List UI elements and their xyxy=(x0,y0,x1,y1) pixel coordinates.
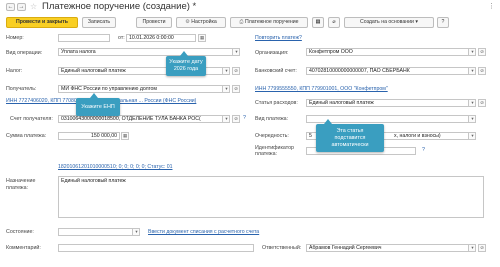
help-icon[interactable]: ? xyxy=(422,147,425,154)
auto-fill-hint-text: Эта статья подставится автоматически xyxy=(331,128,369,148)
date-hint-callout: Укажите дату 2026 года xyxy=(166,51,206,76)
repeat-payment-link[interactable]: Повторить платеж? xyxy=(255,35,302,42)
more-icon[interactable]: ⋮ xyxy=(488,2,495,10)
priority-tail: х, налоги и взносы) xyxy=(394,133,441,139)
recipient-value: МИ ФНС России по управлению долгом xyxy=(61,86,157,92)
print-label: Платежное поручение xyxy=(245,19,299,25)
date-from-label: от: xyxy=(118,35,125,41)
date-field[interactable]: 10.01.2026 0:00:00 xyxy=(126,34,196,42)
payment-type-label: Вид платежа: xyxy=(255,116,289,122)
state-label: Состояние: xyxy=(6,229,34,235)
create-based-on-button[interactable]: Создать на основании ▾ xyxy=(344,17,434,28)
bank-account-label: Банковский счет: xyxy=(255,68,297,74)
open-link-icon[interactable]: ⊘ xyxy=(478,67,486,75)
attach-icon[interactable]: ⌀ xyxy=(328,17,340,28)
hint-pointer xyxy=(324,119,332,124)
payment-purpose-textarea[interactable]: Единый налоговый платеж xyxy=(58,176,484,218)
comment-field[interactable] xyxy=(58,244,254,252)
settings-button[interactable]: ⚙ Настройка xyxy=(176,17,226,28)
tax-value: Единый налоговый платеж xyxy=(61,68,126,74)
operation-type-select[interactable]: Уплата налога ▾ xyxy=(58,48,240,56)
responsible-label: Ответственный: xyxy=(262,245,302,251)
recipient-account-label: Счет получателя: xyxy=(10,116,53,122)
payment-sum-field[interactable]: 150 000,00 xyxy=(58,132,120,140)
chevron-down-icon[interactable]: ▾ xyxy=(222,68,229,74)
help-icon[interactable]: ? xyxy=(243,115,246,122)
tax-label: Налог: xyxy=(6,68,23,74)
back-icon[interactable]: ← xyxy=(6,3,15,11)
ens-hint-callout: Укажите ЕНП xyxy=(76,93,120,116)
chevron-down-icon: ▾ xyxy=(415,19,418,25)
ens-hint-text: Укажите ЕНП xyxy=(81,104,115,110)
create-based-on-label: Создать на основании xyxy=(360,19,414,25)
responsible-select[interactable]: Абрамов Геннадий Сергеевич ▾ xyxy=(306,244,476,252)
title-bar: ← → ☆ Платежное поручение (создание) * ⋮ xyxy=(0,0,500,14)
open-link-icon[interactable]: ⊘ xyxy=(478,244,486,252)
save-button[interactable]: Записать xyxy=(82,17,116,28)
chevron-down-icon[interactable]: ▾ xyxy=(468,245,475,251)
comment-label: Комментарий: xyxy=(6,245,41,251)
print-payment-order-button[interactable]: ⎙ Платежное поручение xyxy=(230,17,308,28)
calendar-icon[interactable]: ▦ xyxy=(198,34,206,42)
page-title: Платежное поручение (создание) * xyxy=(42,1,197,12)
priority-value: 5 xyxy=(309,133,312,139)
toolbar: Провести и закрыть Записать Провести ⚙ Н… xyxy=(0,17,500,29)
chevron-down-icon[interactable]: ▾ xyxy=(468,68,475,74)
recipient-select[interactable]: МИ ФНС России по управлению долгом ▾ xyxy=(58,85,230,93)
open-link-icon[interactable]: ⊘ xyxy=(232,115,240,123)
date-hint-text: Укажите дату 2026 года xyxy=(169,59,203,72)
responsible-value: Абрамов Геннадий Сергеевич xyxy=(309,245,382,251)
number-field[interactable] xyxy=(58,34,110,42)
open-link-icon[interactable]: ⊘ xyxy=(478,99,486,107)
payment-sum-label: Сумма платежа: xyxy=(6,133,47,139)
chevron-down-icon[interactable]: ▾ xyxy=(132,229,139,235)
organization-label: Организация: xyxy=(255,50,289,56)
favorite-star-icon[interactable]: ☆ xyxy=(30,2,37,12)
hint-pointer xyxy=(180,51,188,56)
post-and-close-button[interactable]: Провести и закрыть xyxy=(6,17,78,28)
chevron-down-icon[interactable]: ▾ xyxy=(232,49,239,55)
chevron-down-icon[interactable]: ▾ xyxy=(468,100,475,106)
payment-purpose-label: Назначение платежа: xyxy=(6,178,36,191)
help-icon[interactable]: ? xyxy=(437,17,449,28)
open-link-icon[interactable]: ⊘ xyxy=(232,67,240,75)
organization-select[interactable]: Конфетпром ООО ▾ xyxy=(306,48,476,56)
chevron-down-icon[interactable]: ▾ xyxy=(222,86,229,92)
chevron-down-icon[interactable]: ▾ xyxy=(468,133,475,139)
priority-label: Очередность: xyxy=(255,133,289,139)
recipient-label: Получатель: xyxy=(6,86,37,92)
bank-account-value: 40702810000000000007, ПАО СБЕРБАНК xyxy=(309,68,410,74)
open-link-icon[interactable]: ⊘ xyxy=(478,48,486,56)
settings-label: Настройка xyxy=(191,19,217,25)
open-link-icon[interactable]: ⊘ xyxy=(232,85,240,93)
operation-type-label: Вид операции: xyxy=(6,50,43,56)
calculator-icon[interactable]: ▦ xyxy=(121,132,129,140)
state-select[interactable]: ▾ xyxy=(58,228,140,236)
chevron-down-icon[interactable]: ▾ xyxy=(468,49,475,55)
expense-item-value: Единый налоговый платеж xyxy=(309,100,374,106)
hint-pointer xyxy=(90,93,98,98)
chevron-down-icon[interactable]: ▾ xyxy=(468,116,475,122)
chevron-down-icon[interactable]: ▾ xyxy=(222,116,229,122)
organization-inn-link[interactable]: ИНН 7799555550, КПП 779901001, ООО "Конф… xyxy=(255,86,388,93)
forward-icon[interactable]: → xyxy=(17,3,26,11)
operation-type-value: Уплата налога xyxy=(61,49,96,55)
expense-item-label: Статья расходов: xyxy=(255,100,298,106)
kbk-details-link[interactable]: 18201061201010000510; 0; 0; 0; 0; 0; Ста… xyxy=(58,164,172,171)
payment-identifier-label: Идентификатор платежа: xyxy=(255,145,294,157)
bank-account-select[interactable]: 40702810000000000007, ПАО СБЕРБАНК ▾ xyxy=(306,67,476,75)
recipient-account-value: 03100643000000018500, ОТДЕЛЕНИЕ ТУЛА БАН… xyxy=(61,116,201,122)
number-label: Номер: xyxy=(6,35,24,41)
post-button[interactable]: Провести xyxy=(136,17,172,28)
organization-value: Конфетпром ООО xyxy=(309,49,353,55)
recipient-account-select[interactable]: 03100643000000018500, ОТДЕЛЕНИЕ ТУЛА БАН… xyxy=(58,115,230,123)
table-icon[interactable]: ▦ xyxy=(312,17,324,28)
expense-item-select[interactable]: Единый налоговый платеж ▾ xyxy=(306,99,476,107)
auto-fill-hint-callout: Эта статья подставится автоматически xyxy=(316,119,384,152)
write-off-document-link[interactable]: Ввести документ списания с расчетного сч… xyxy=(148,229,259,236)
